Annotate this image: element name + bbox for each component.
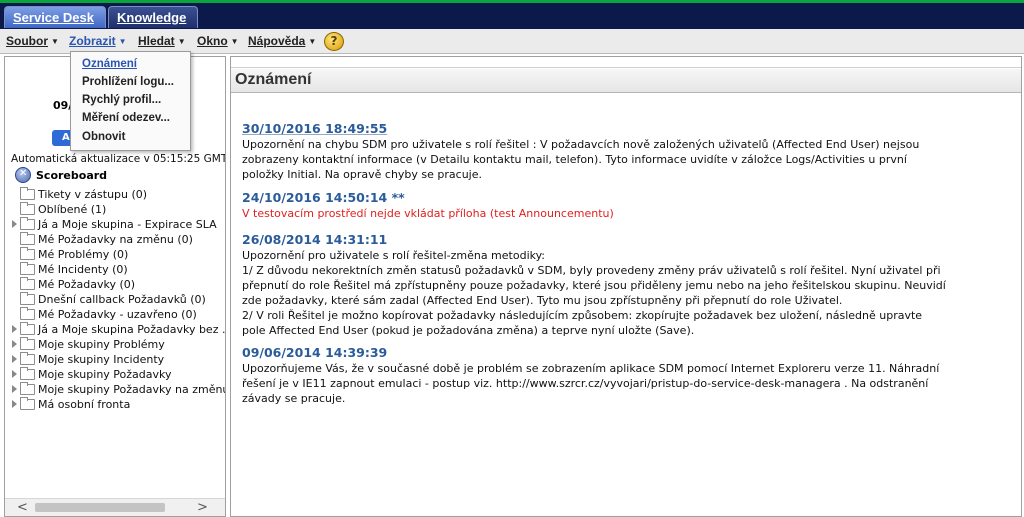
announcement-date: 24/10/2016 14:50:14 **	[242, 190, 405, 205]
zobrazit-dropdown-menu: Oznámení Prohlížení logu... Rychlý profi…	[70, 51, 191, 151]
scoreboard-tree: Tikety v zástupu (0) Oblíbené (1) Já a Moj…	[11, 187, 226, 412]
tab-service-desk[interactable]: Service Desk	[4, 6, 106, 28]
menu-napoveda[interactable]: Nápověda ▼	[248, 34, 316, 48]
tree-item-label: Mé Požadavky na změnu (0)	[38, 233, 193, 246]
scoreboard-label: Scoreboard	[36, 169, 108, 182]
menu-item-prohlizeni-logu[interactable]: Prohlížení logu...	[82, 76, 174, 88]
panel-header: Oznámení	[231, 69, 1021, 93]
expand-arrow-icon[interactable]	[12, 325, 17, 333]
menu-okno[interactable]: Okno ▼	[197, 34, 239, 48]
tree-item[interactable]: Mé Požadavky na změnu (0)	[11, 232, 225, 247]
folder-icon	[20, 322, 35, 335]
tree-item-label: Mé Incidenty (0)	[38, 263, 128, 276]
expand-arrow-icon[interactable]	[12, 340, 17, 348]
announcement-item: 26/08/2014 14:31:11 Upozornění pro uživa…	[242, 232, 1017, 338]
tree-item-label: Moje skupiny Požadavky	[38, 368, 172, 381]
folder-icon	[20, 277, 35, 290]
announcement-date: 26/08/2014 14:31:11	[242, 232, 388, 247]
folder-icon	[20, 367, 35, 380]
announcement-date: 09/06/2014 14:39:39	[242, 345, 388, 360]
expand-arrow-icon[interactable]	[12, 370, 17, 378]
chevron-down-icon: ▼	[177, 37, 186, 46]
tree-item-label: Má osobní fronta	[38, 398, 131, 411]
folder-icon	[20, 397, 35, 410]
tree-item-label: Moje skupiny Incidenty	[38, 353, 165, 366]
tree-item[interactable]: Oblíbené (1)	[11, 202, 225, 217]
tab-knowledge[interactable]: Knowledge	[108, 6, 198, 28]
folder-icon	[20, 202, 35, 215]
tree-item[interactable]: Moje skupiny Požadavky na změnu	[11, 382, 226, 397]
scroll-right-icon[interactable]: >	[197, 500, 208, 515]
folder-icon	[20, 382, 35, 395]
tree-item[interactable]: Moje skupiny Problémy	[11, 337, 225, 352]
menu-zobrazit[interactable]: Zobrazit ▼	[69, 34, 127, 48]
announcement-date: 30/10/2016 18:49:55	[242, 121, 388, 136]
tree-item[interactable]: Moje skupiny Požadavky	[11, 367, 225, 382]
chevron-down-icon: ▼	[118, 37, 127, 46]
tree-item-label: Mé Požadavky - uzavřeno (0)	[38, 308, 197, 321]
announcement-item: 09/06/2014 14:39:39 Upozorňujeme Vás, že…	[242, 345, 1017, 406]
menu-soubor[interactable]: Soubor ▼	[6, 34, 59, 48]
announcement-item: 30/10/2016 18:49:55 Upozornění na chybu …	[242, 121, 1017, 182]
auto-refresh-status: Automatická aktualizace v 05:15:25 GMT	[11, 153, 226, 165]
tree-item-label: Moje skupiny Problémy	[38, 338, 165, 351]
expand-arrow-icon[interactable]	[12, 385, 17, 393]
tree-item[interactable]: Mé Požadavky - uzavřeno (0)	[11, 307, 225, 322]
menu-item-mereni-odezev[interactable]: Měření odezev...	[82, 112, 170, 124]
announcement-item: 24/10/2016 14:50:14 ** V testovacím pros…	[242, 190, 1017, 221]
announcement-text: Upozornění pro uživatele s rolí řešitel-…	[242, 249, 946, 337]
expand-arrow-icon[interactable]	[12, 355, 17, 363]
tree-item[interactable]: Moje skupiny Incidenty	[11, 352, 225, 367]
tree-item[interactable]: Mé Požadavky (0)	[11, 277, 225, 292]
announcement-text: V testovacím prostředí nejde vkládat pří…	[242, 207, 614, 220]
scroll-thumb[interactable]	[35, 503, 165, 512]
announcements-panel: Oznámení 30/10/2016 18:49:55 Upozornění …	[230, 56, 1022, 517]
tree-item[interactable]: Má osobní fronta	[11, 397, 225, 412]
scoreboard-icon	[15, 167, 31, 183]
tree-item-label: Moje skupiny Požadavky na změnu	[38, 383, 226, 396]
chevron-down-icon: ▼	[230, 37, 239, 46]
folder-icon	[20, 187, 35, 200]
horizontal-scrollbar[interactable]: < >	[5, 498, 225, 516]
tree-item[interactable]: Mé Incidenty (0)	[11, 262, 225, 277]
folder-icon	[20, 292, 35, 305]
expand-arrow-icon[interactable]	[12, 220, 17, 228]
expand-arrow-icon[interactable]	[12, 400, 17, 408]
tree-item-label: Dnešní callback Požadavků (0)	[38, 293, 206, 306]
folder-icon	[20, 337, 35, 350]
tree-item[interactable]: Tikety v zástupu (0)	[11, 187, 225, 202]
folder-icon	[20, 262, 35, 275]
scroll-left-icon[interactable]: <	[17, 500, 28, 515]
tree-item-label: Mé Požadavky (0)	[38, 278, 136, 291]
announcement-text: Upozorňujeme Vás, že v současné době je …	[242, 362, 940, 405]
menu-item-oznameni[interactable]: Oznámení	[82, 58, 137, 70]
folder-icon	[20, 307, 35, 320]
tree-item[interactable]: Já a Moje skupina - Expirace SLA	[11, 217, 225, 232]
folder-icon	[20, 232, 35, 245]
page-title: Oznámení	[235, 71, 312, 88]
tree-item-label: Já a Moje skupina - Expirace SLA	[38, 218, 217, 231]
folder-icon	[20, 352, 35, 365]
announcement-text: Upozornění na chybu SDM pro uživatele s …	[242, 138, 920, 181]
tree-item-label: Já a Moje skupina Požadavky bez ...	[38, 323, 226, 336]
folder-icon	[20, 217, 35, 230]
chevron-down-icon: ▼	[51, 37, 59, 46]
menu-item-rychly-profil[interactable]: Rychlý profil...	[82, 94, 161, 106]
tree-item-label: Mé Problémy (0)	[38, 248, 129, 261]
help-icon[interactable]: ?	[324, 32, 344, 51]
tree-item[interactable]: Já a Moje skupina Požadavky bez ...	[11, 322, 226, 337]
tree-item-label: Tikety v zástupu (0)	[38, 188, 148, 201]
panel-top-strip	[231, 57, 1021, 68]
tree-item-label: Oblíbené (1)	[38, 203, 107, 216]
folder-icon	[20, 247, 35, 260]
top-tab-bar: Service Desk Knowledge	[0, 0, 1024, 29]
menu-hledat[interactable]: Hledat ▼	[138, 34, 186, 48]
tree-item[interactable]: Dnešní callback Požadavků (0)	[11, 292, 225, 307]
chevron-down-icon: ▼	[308, 37, 317, 46]
menu-item-obnovit[interactable]: Obnovit	[82, 131, 125, 143]
tree-item[interactable]: Mé Problémy (0)	[11, 247, 225, 262]
